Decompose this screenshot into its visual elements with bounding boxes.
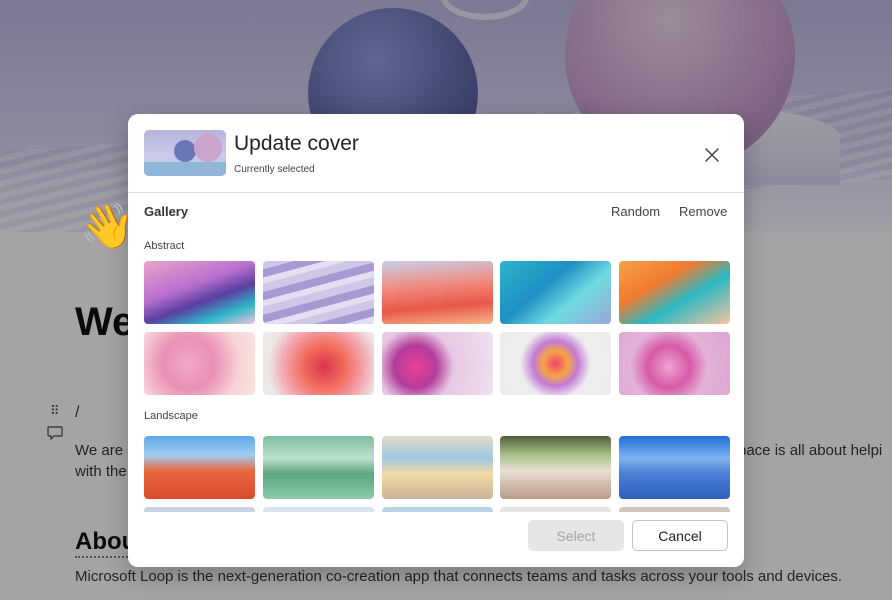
cover-tile[interactable] [619,332,730,395]
cover-tile[interactable] [619,436,730,499]
cover-tile[interactable] [144,261,255,324]
cover-tile[interactable] [382,332,493,395]
cover-tile[interactable] [500,436,611,499]
cover-tile[interactable] [263,332,374,395]
select-button[interactable]: Select [528,520,624,551]
cover-tile[interactable] [382,436,493,499]
random-button[interactable]: Random [611,204,660,219]
cover-tile[interactable] [263,436,374,499]
page-emoji[interactable]: 👋 [80,205,135,249]
cover-tile[interactable] [144,436,255,499]
dialog-header: Update cover Currently selected [128,114,744,193]
cover-tile[interactable] [382,261,493,324]
cancel-button[interactable]: Cancel [632,520,728,551]
dialog-footer: Select Cancel [128,512,744,567]
category-label-landscape: Landscape [144,410,198,422]
dialog-subtitle: Currently selected [234,164,315,175]
category-label-abstract: Abstract [144,240,185,252]
cover-tile[interactable] [263,261,374,324]
cover-tile[interactable] [144,332,255,395]
dialog-title: Update cover [234,132,359,155]
cover-tile[interactable] [619,261,730,324]
current-cover-thumbnail [144,130,226,176]
cover-tile[interactable] [500,261,611,324]
close-icon[interactable] [700,143,724,167]
gallery-label: Gallery [144,204,189,219]
gallery-scroll-area[interactable]: Abstract Landscape [128,232,744,512]
remove-button[interactable]: Remove [679,204,727,219]
cover-tile[interactable] [500,332,611,395]
update-cover-dialog: Update cover Currently selected Gallery … [128,114,744,567]
